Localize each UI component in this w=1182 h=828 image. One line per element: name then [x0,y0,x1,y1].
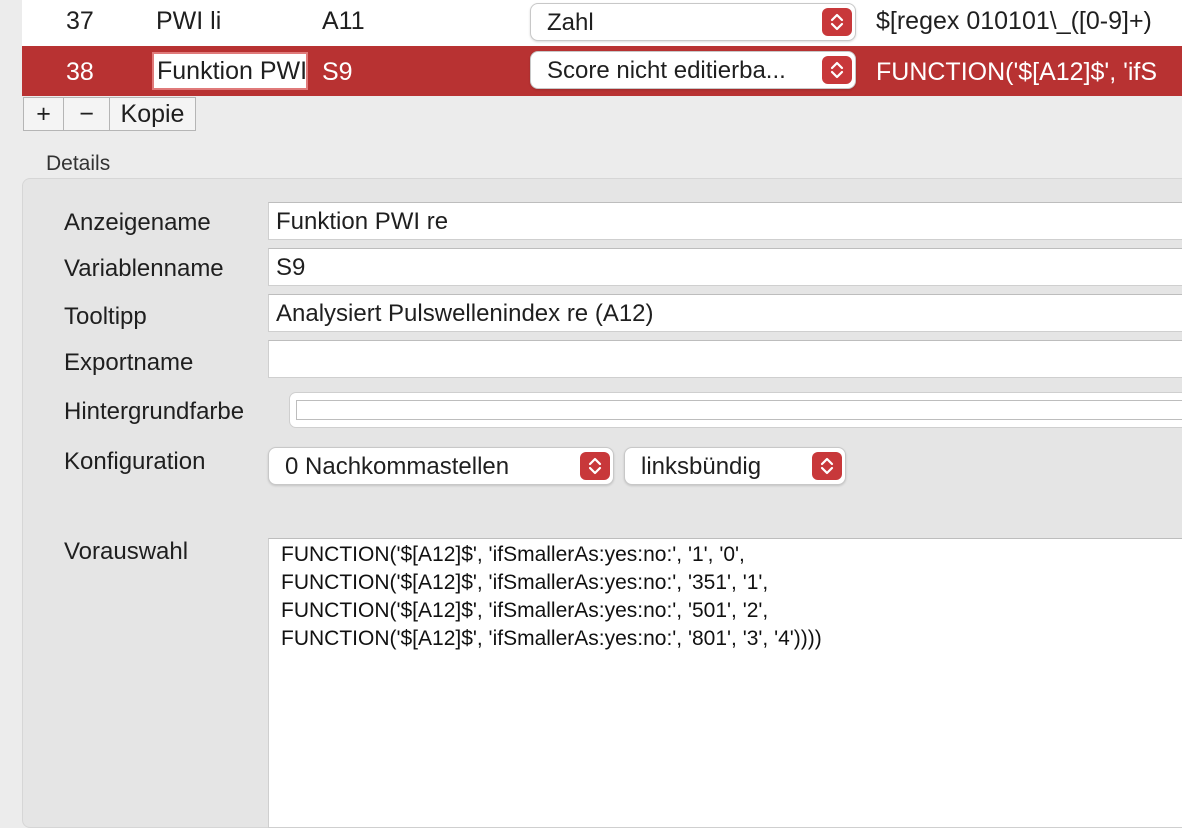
configuration-label: Konfiguration [64,448,206,475]
row-type-popup[interactable]: Zahl [530,3,856,41]
up-down-chevron-icon [822,8,852,36]
variable-name-label: Variablenname [64,255,224,282]
row-variable: S9 [322,58,353,86]
tooltip-field[interactable]: Analysiert Pulswellenindex re (A12) [268,294,1182,332]
table-button-bar: + − Kopie [23,97,196,133]
table-row[interactable]: 37 PWI li A11 Zahl $[regex 010101\_([0-9… [22,0,1182,46]
row-number: 37 [66,7,94,35]
decimals-value: 0 Nachkommastellen [285,453,510,480]
color-swatch [296,400,1182,420]
preselection-line: FUNCTION('$[A12]$', 'ifSmallerAs:yes:no:… [281,599,769,622]
preselection-label: Vorauswahl [64,538,189,565]
row-number: 38 [66,58,94,86]
preselection-line: FUNCTION('$[A12]$', 'ifSmallerAs:yes:no:… [281,571,769,594]
row-type-value: Zahl [547,9,594,36]
export-name-label: Exportname [64,349,194,376]
preselection-line: FUNCTION('$[A12]$', 'ifSmallerAs:yes:no:… [281,627,822,650]
row-expression: $[regex 010101\_([0-9]+) [876,7,1152,35]
row-name-edit-field[interactable]: Funktion PWI re [152,52,308,90]
row-type-popup[interactable]: Score nicht editierba... [530,51,856,89]
preselection-textarea[interactable]: FUNCTION('$[A12]$', 'ifSmallerAs:yes:no:… [268,538,1182,828]
row-variable: A11 [322,7,365,35]
decimals-popup[interactable]: 0 Nachkommastellen [268,447,614,485]
background-color-well[interactable] [289,392,1182,428]
tooltip-label: Tooltipp [64,303,147,330]
add-row-button[interactable]: + [23,97,64,131]
alignment-value: linksbündig [641,453,762,480]
row-name: PWI li [156,7,222,35]
remove-row-button[interactable]: − [64,97,110,131]
background-color-label: Hintergrundfarbe [64,398,245,425]
alignment-popup[interactable]: linksbündig [624,447,846,485]
export-name-field[interactable] [268,340,1182,378]
table-row-selected[interactable]: 38 Funktion PWI re S9 Score nicht editie… [22,46,1182,96]
copy-row-button[interactable]: Kopie [110,97,196,131]
details-section-title: Details [46,152,111,175]
display-name-field[interactable]: Funktion PWI re [268,202,1182,240]
up-down-chevron-icon [822,56,852,84]
row-expression: FUNCTION('$[A12]$', 'ifS [876,58,1158,86]
preselection-line: FUNCTION('$[A12]$', 'ifSmallerAs:yes:no:… [281,543,745,566]
variable-name-field[interactable]: S9 [268,248,1182,286]
up-down-chevron-icon [580,452,610,480]
display-name-label: Anzeigename [64,209,211,236]
up-down-chevron-icon [812,452,842,480]
row-type-value: Score nicht editierba... [547,57,786,84]
